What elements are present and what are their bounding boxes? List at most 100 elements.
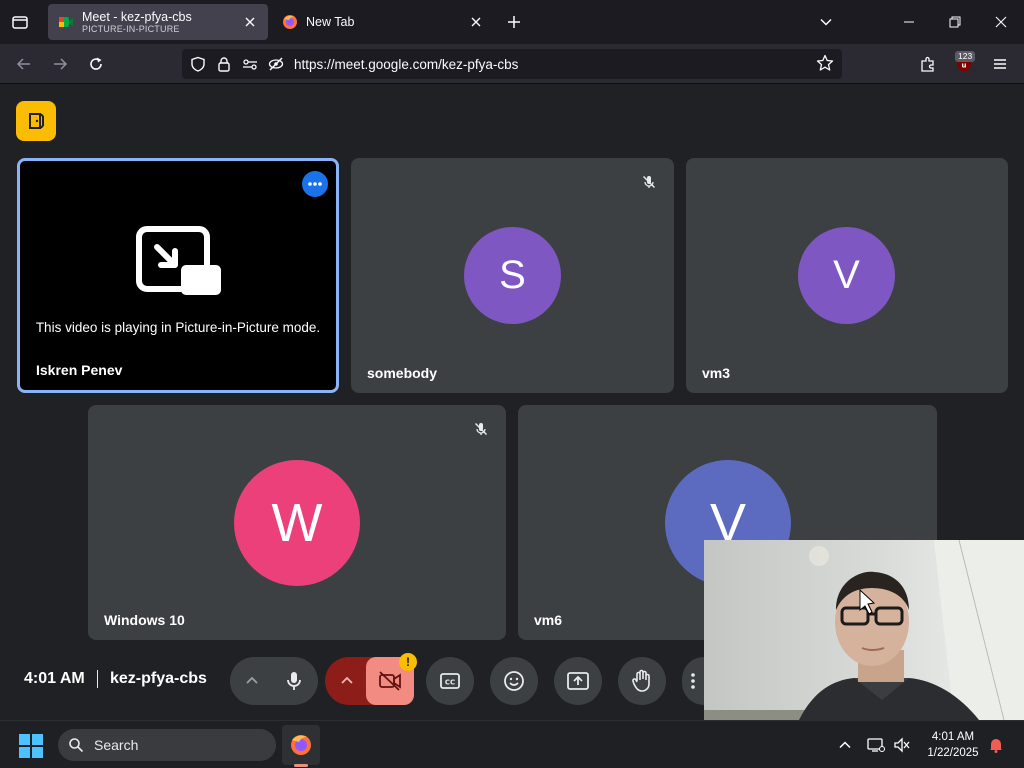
mic-control-group [230, 657, 318, 705]
avatar: V [798, 227, 895, 324]
audio-options-button[interactable] [242, 671, 262, 696]
back-button[interactable] [10, 50, 38, 78]
chevron-up-icon [246, 676, 258, 684]
arrow-left-icon [16, 58, 30, 70]
plus-icon [508, 16, 520, 28]
self-view-video[interactable] [704, 540, 1024, 720]
minimize-button[interactable] [886, 6, 932, 38]
new-tab-button[interactable] [502, 10, 526, 34]
emoji-icon [504, 671, 524, 691]
taskbar-time: 4:01 AM [931, 731, 975, 743]
captions-button[interactable]: CC [426, 657, 474, 705]
list-all-tabs-button[interactable] [814, 10, 838, 34]
tab-new-tab[interactable]: New Tab [272, 4, 494, 40]
taskbar-firefox[interactable] [282, 725, 320, 765]
captions-icon: CC [440, 673, 460, 689]
mic-button[interactable] [270, 657, 318, 705]
taskbar-date: 1/22/2025 [927, 747, 979, 759]
close-tab-button[interactable] [242, 14, 258, 30]
app-menu-button[interactable] [986, 50, 1014, 78]
search-icon [69, 738, 84, 753]
close-icon [471, 17, 481, 27]
raise-hand-button[interactable] [618, 657, 666, 705]
url-text: https://meet.google.com/kez-pfya-cbs [294, 56, 519, 72]
close-icon [995, 16, 1007, 28]
camera-warning-badge: ! [399, 653, 417, 671]
reactions-button[interactable] [490, 657, 538, 705]
tab-list-button[interactable] [8, 10, 32, 34]
browser-tab-bar: Meet - kez-pfya-cbs PICTURE-IN-PICTURE N… [0, 0, 1024, 44]
svg-text:CC: CC [445, 679, 455, 687]
tracking-off-icon [268, 57, 284, 71]
permissions-button[interactable] [240, 54, 260, 74]
close-window-button[interactable] [978, 6, 1024, 38]
participant-name: vm6 [534, 612, 563, 628]
picture-in-picture-icon [136, 226, 221, 295]
leave-call-icon-button[interactable] [16, 101, 56, 141]
chevron-up-icon [341, 676, 353, 684]
participant-tile-somebody[interactable]: S somebody [351, 158, 674, 393]
puzzle-icon [921, 56, 934, 72]
tab-subtitle: PICTURE-IN-PICTURE [82, 23, 180, 34]
raise-hand-icon [632, 669, 650, 692]
reload-icon [90, 57, 102, 70]
mic-off-icon [471, 419, 491, 439]
navigation-toolbar: https://meet.google.com/kez-pfya-cbs u [0, 44, 1024, 84]
site-info-button[interactable] [214, 54, 234, 74]
star-icon [816, 54, 834, 71]
notifications-button[interactable] [986, 735, 1006, 755]
chevron-up-icon [839, 741, 851, 749]
hamburger-icon [994, 59, 1006, 69]
divider [97, 670, 98, 688]
running-indicator [294, 764, 308, 767]
meeting-code: kez-pfya-cbs [110, 670, 207, 687]
video-options-button[interactable] [337, 671, 357, 696]
close-icon [245, 17, 255, 27]
meeting-clock: 4:01 AM [24, 670, 85, 687]
participant-name: Windows 10 [104, 612, 185, 628]
mic-off-icon [639, 172, 659, 192]
participant-options-button[interactable] [302, 171, 328, 197]
restore-button[interactable] [932, 6, 978, 38]
reload-button[interactable] [82, 50, 110, 78]
participant-tile-vm3[interactable]: V vm3 [686, 158, 1008, 393]
network-icon [867, 738, 885, 752]
avatar: W [234, 460, 360, 586]
volume-button[interactable] [892, 735, 912, 755]
mic-icon [287, 672, 301, 690]
participant-name: somebody [367, 365, 438, 381]
speaker-muted-icon [894, 737, 910, 753]
participant-tile-windows10[interactable]: W Windows 10 [88, 405, 506, 640]
start-button[interactable] [18, 733, 44, 759]
restore-icon [949, 16, 961, 28]
tab-title: New Tab [306, 15, 355, 29]
bookmark-button[interactable] [816, 54, 836, 74]
avatar: S [464, 227, 561, 324]
forward-button[interactable] [46, 50, 74, 78]
tab-title: Meet - kez-pfya-cbs [82, 9, 192, 24]
chevron-down-icon [820, 18, 832, 26]
more-options-button[interactable] [682, 657, 704, 705]
close-tab-button[interactable] [468, 14, 484, 30]
firefox-icon [283, 15, 297, 29]
lock-icon [218, 57, 230, 72]
participant-tile-iskren[interactable]: This video is playing in Picture-in-Pict… [17, 158, 339, 393]
show-hidden-icons-button[interactable] [835, 735, 855, 755]
taskbar-search[interactable]: Search [58, 729, 276, 761]
camera-off-icon [379, 671, 401, 691]
firefox-icon [291, 735, 311, 755]
door-icon [29, 113, 44, 129]
taskbar-clock[interactable]: 4:01 AM 1/22/2025 [918, 729, 988, 761]
tracking-blocked-button[interactable] [266, 54, 286, 74]
permissions-icon [243, 59, 257, 70]
minimize-icon [904, 21, 914, 23]
tracking-protection-button[interactable] [188, 54, 208, 74]
present-button[interactable] [554, 657, 602, 705]
present-icon [567, 672, 589, 690]
tab-meet[interactable]: Meet - kez-pfya-cbs PICTURE-IN-PICTURE [48, 4, 268, 40]
tab-list-icon [12, 16, 28, 29]
address-bar[interactable]: https://meet.google.com/kez-pfya-cbs [182, 49, 842, 79]
pip-message: This video is playing in Picture-in-Pict… [35, 320, 321, 335]
extensions-button[interactable] [914, 50, 942, 78]
network-button[interactable] [866, 735, 886, 755]
